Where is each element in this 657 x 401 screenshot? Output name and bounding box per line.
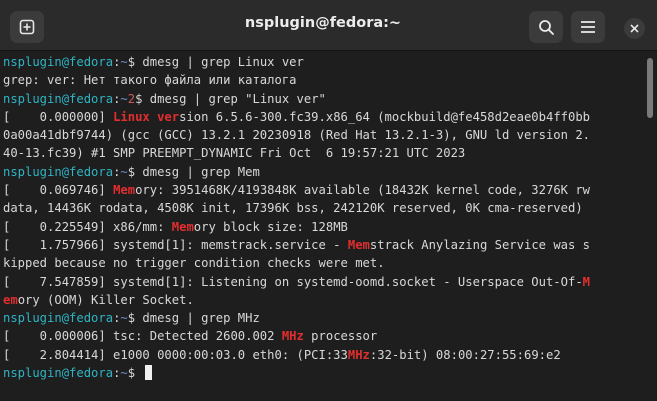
vertical-scrollbar[interactable] — [647, 52, 653, 400]
terminal-line: data, 14436K rodata, 4508K init, 17396K … — [3, 199, 640, 217]
line-text: [ 0.000006] tsc: Detected 2600.002 — [3, 329, 282, 344]
terminal-line: [ 0.225549] x86/mm: Memory block size: 1… — [3, 218, 640, 236]
prompt-path: ~ — [120, 55, 128, 69]
line-text: ory (OOM) Killer Socket. — [17, 292, 194, 307]
grep-match: Mem — [347, 237, 370, 252]
grep-match: Linux ver — [113, 109, 180, 124]
scrollbar-thumb[interactable] — [647, 58, 653, 118]
line-text: $ dmesg | grep Mem — [127, 164, 260, 179]
line-text: 0a00a41dbf9744) (gcc (GCC) 13.2.1 202309… — [3, 128, 590, 143]
grep-match: Mem — [113, 183, 136, 198]
terminal-line: [ 0.000000] Linux version 6.5.6-300.fc39… — [3, 108, 640, 126]
terminal-line: kipped because no trigger condition chec… — [3, 254, 640, 272]
prompt-path: ~ — [120, 311, 128, 326]
line-text: strack Anylazing Service was s — [369, 237, 591, 252]
terminal-output[interactable]: nsplugin@fedora:~$ dmesg | grep Linux ve… — [0, 51, 640, 401]
prompt-user: nsplugin@fedora — [3, 55, 114, 69]
line-text: 40-13.fc39) #1 SMP PREEMPT_DYNAMIC Fri O… — [3, 146, 466, 161]
new-tab-plus-icon — [19, 19, 35, 35]
terminal-line: nsplugin@fedora:~$ dmesg | grep Linux ve… — [3, 53, 640, 71]
grep-match: M — [582, 274, 591, 289]
terminal-window: nsplugin@fedora:~ nsplugin@fedora:~$ dme… — [0, 0, 657, 401]
line-text: [ 0.225549] x86/mm: — [3, 219, 172, 234]
terminal-line: [ 0.069746] Memory: 3951468K/4193848K av… — [3, 181, 640, 199]
grep-match: em — [3, 292, 18, 307]
line-text: $ dmesg | grep MHz — [127, 311, 260, 326]
line-text: [ 2.804414] e1000 0000:00:03.0 eth0: (PC… — [3, 347, 348, 362]
prompt-user: nsplugin@fedora — [3, 91, 114, 106]
line-text: processor — [303, 329, 378, 344]
terminal-line: [ 7.547859] systemd[1]: Listening on sys… — [3, 273, 640, 291]
hamburger-menu-icon — [581, 21, 595, 33]
close-button[interactable] — [624, 18, 645, 39]
terminal-line: nsplugin@fedora:~$ — [3, 364, 640, 382]
terminal-line: emory (OOM) Killer Socket. — [3, 291, 640, 309]
prompt-path: ~ — [120, 91, 128, 106]
window-title: nsplugin@fedora:~ — [244, 15, 402, 31]
line-text: :32-bit) 08:00:27:55:69:e2 — [369, 347, 561, 362]
title-bar[interactable]: nsplugin@fedora:~ — [0, 0, 657, 51]
line-text: $ dmesg | grep Linux ver — [127, 55, 304, 69]
magnifier-search-icon — [538, 19, 554, 35]
line-text: [ 0.069746] — [3, 183, 114, 198]
line-text: $ dmesg | grep "Linux ver" — [135, 91, 326, 106]
line-text: ory block size: 128MB — [193, 219, 348, 234]
exit-status: 2 — [127, 91, 136, 106]
grep-match: Mem — [171, 219, 194, 234]
prompt-user: nsplugin@fedora — [3, 164, 114, 179]
line-text: ory: 3951468K/4193848K available (18432K… — [135, 183, 591, 198]
line-text: $ — [127, 366, 143, 381]
line-text: grep: ver: Нет такого файла или каталога — [3, 73, 297, 88]
line-text: [ 1.757966] systemd[1]: memstrack.servic… — [3, 237, 348, 252]
prompt-path: ~ — [120, 164, 128, 179]
close-x-icon — [630, 24, 639, 33]
grep-match: MHz — [347, 347, 370, 362]
terminal-line: 40-13.fc39) #1 SMP PREEMPT_DYNAMIC Fri O… — [3, 144, 640, 162]
line-text: data, 14436K rodata, 4508K init, 17396K … — [3, 201, 583, 216]
terminal-line: [ 1.757966] systemd[1]: memstrack.servic… — [3, 236, 640, 254]
terminal-line: [ 0.000006] tsc: Detected 2600.002 MHz p… — [3, 327, 640, 345]
prompt-user: nsplugin@fedora — [3, 311, 114, 326]
prompt-user: nsplugin@fedora — [3, 366, 114, 381]
terminal-line: nsplugin@fedora:~2$ dmesg | grep "Linux … — [3, 90, 640, 108]
line-text: [ 0.000000] — [3, 109, 114, 124]
line-text: kipped because no trigger condition chec… — [3, 256, 385, 271]
terminal-line: nsplugin@fedora:~$ dmesg | grep MHz — [3, 309, 640, 327]
prompt-path: ~ — [120, 366, 128, 381]
search-button[interactable] — [529, 11, 563, 43]
terminal-line: [ 2.804414] e1000 0000:00:03.0 eth0: (PC… — [3, 346, 640, 364]
menu-button[interactable] — [571, 11, 605, 43]
terminal-line: nsplugin@fedora:~$ dmesg | grep Mem — [3, 163, 640, 181]
text-cursor — [145, 365, 153, 381]
line-text: [ 7.547859] systemd[1]: Listening on sys… — [3, 274, 583, 289]
grep-match: MHz — [281, 329, 304, 344]
terminal-line: 0a00a41dbf9744) (gcc (GCC) 13.2.1 202309… — [3, 126, 640, 144]
line-text: sion 6.5.6-300.fc39.x86_64 (mockbuild@fe… — [179, 109, 591, 124]
new-tab-button[interactable] — [10, 11, 44, 43]
terminal-line: grep: ver: Нет такого файла или каталога — [3, 71, 640, 89]
